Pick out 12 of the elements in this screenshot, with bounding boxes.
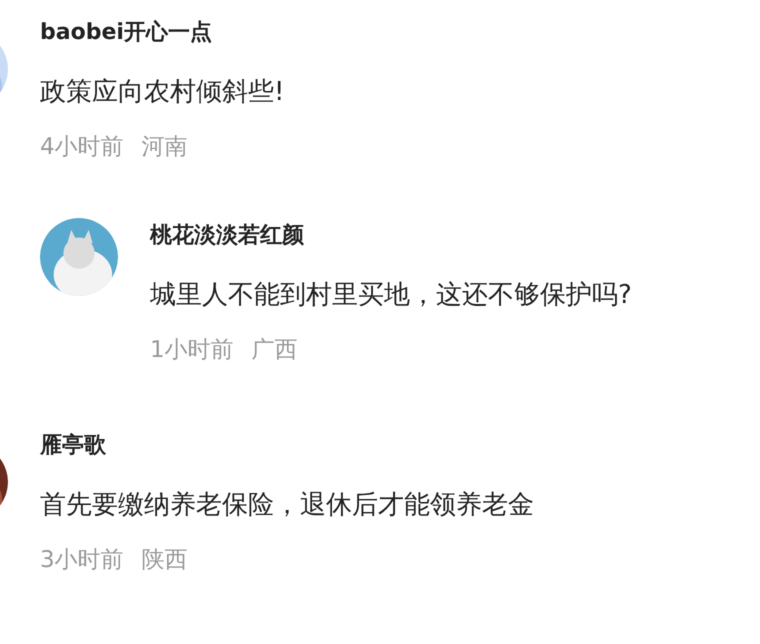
comment-location: 广西 xyxy=(252,336,298,365)
comment-time: 4小时前 xyxy=(40,133,124,162)
comment-location: 陕西 xyxy=(142,546,188,575)
comment-text: 城里人不能到村里买地，这还不够保护吗? xyxy=(150,279,632,312)
comment-text: 首先要缴纳养老保险，退休后才能领养老金 xyxy=(40,489,534,522)
comment-time: 1小时前 xyxy=(150,336,234,365)
user-name[interactable]: baobei开心一点 xyxy=(40,18,632,48)
comment-time: 3小时前 xyxy=(40,546,124,575)
comment-text: 政策应向农村倾斜些! xyxy=(40,76,286,109)
comment-location: 河南 xyxy=(142,133,188,162)
user-name[interactable]: 雁亭歌 xyxy=(40,431,534,461)
user-name[interactable]: 桃花淡淡若红颜 xyxy=(150,221,632,251)
